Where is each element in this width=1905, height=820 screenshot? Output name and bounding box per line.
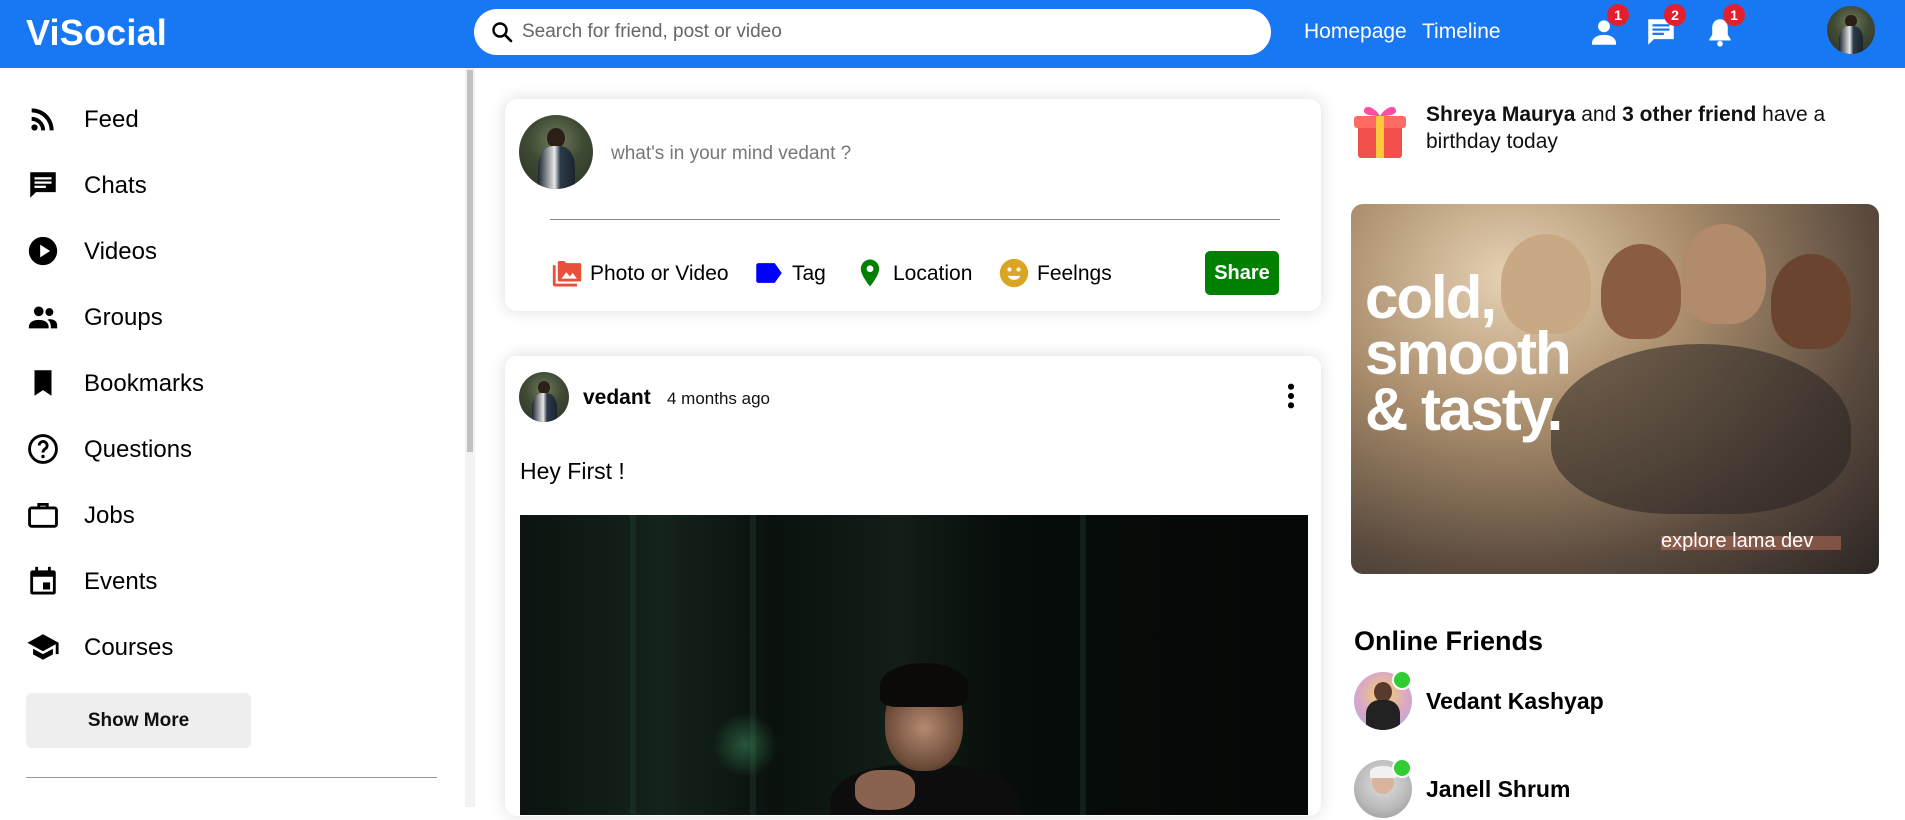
birthday-name[interactable]: Shreya Maurya <box>1426 103 1575 126</box>
school-icon <box>27 634 59 660</box>
share-option-label: Photo or Video <box>590 262 729 285</box>
sidebar-item-bookmarks[interactable]: Bookmarks <box>26 362 426 402</box>
sidebar-item-label: Groups <box>84 304 163 331</box>
post-text: Hey First ! <box>520 458 625 484</box>
sidebar-item-label: Courses <box>84 634 174 661</box>
sidebar-item-feed[interactable]: Feed <box>26 98 426 138</box>
post-image-detail <box>880 663 968 707</box>
online-friends-title: Online Friends <box>1354 626 1544 656</box>
post-image-detail <box>1080 515 1086 815</box>
online-indicator <box>1392 758 1412 778</box>
online-indicator <box>1392 670 1412 690</box>
sidebar-item-events[interactable]: Events <box>26 560 426 600</box>
sidebar-item-questions[interactable]: Questions <box>26 428 426 468</box>
notifications-button[interactable]: 1 <box>1703 4 1745 49</box>
share-option-tag[interactable]: Tag <box>752 256 832 290</box>
event-icon <box>30 566 56 595</box>
top-bar: ViSocial Homepage Timeline 1 2 1 <box>0 0 1905 68</box>
more-vert-icon[interactable] <box>1275 380 1307 412</box>
share-divider <box>550 219 1280 220</box>
birthday-connector: and <box>1575 103 1623 126</box>
messages-button[interactable]: 2 <box>1644 4 1686 49</box>
ad-image-detail <box>1601 244 1681 339</box>
friend-name: Janell Shrum <box>1426 776 1571 802</box>
share-option-location[interactable]: Location <box>853 256 973 290</box>
ad-footer: explore lama dev <box>1661 530 1814 552</box>
birthday-notice: Shreya Maurya and 3 other friend have a … <box>1426 101 1866 155</box>
share-option-photo[interactable]: Photo or Video <box>550 256 730 290</box>
post-date: 4 months ago <box>667 389 771 408</box>
post-username[interactable]: vedant <box>583 386 651 410</box>
ad-headline-line: smooth <box>1365 320 1572 387</box>
online-friend-item[interactable]: Vedant Kashyap <box>1354 670 1854 732</box>
emoji-emotions-icon <box>999 258 1029 288</box>
gift-icon <box>1354 106 1406 158</box>
search-input[interactable] <box>522 17 1242 47</box>
search-bar[interactable] <box>474 9 1271 55</box>
share-avatar[interactable] <box>519 115 593 189</box>
perm-media-icon <box>552 260 582 287</box>
ad-headline-line: & tasty. <box>1365 376 1563 443</box>
sidebar-scrollbar-thumb[interactable] <box>467 70 473 452</box>
sidebar-item-label: Videos <box>84 238 157 265</box>
share-option-label: Location <box>893 262 973 285</box>
post-image[interactable] <box>520 515 1308 815</box>
sidebar-item-groups[interactable]: Groups <box>26 296 426 336</box>
post-image-detail <box>630 515 636 815</box>
sidebar-item-chats[interactable]: Chats <box>26 164 426 204</box>
sidebar-item-label: Questions <box>84 436 193 463</box>
play-circle-icon <box>28 236 58 266</box>
sidebar-item-label: Feed <box>84 106 139 133</box>
sidebar-item-label: Jobs <box>84 502 135 529</box>
post-avatar[interactable] <box>519 372 569 422</box>
timeline-link[interactable]: Timeline <box>1422 20 1501 44</box>
sidebar-divider <box>26 777 437 778</box>
show-more-button[interactable]: Show More <box>26 693 251 748</box>
friend-requests-button[interactable]: 1 <box>1587 4 1629 49</box>
ad-headline-line: cold, <box>1365 264 1497 331</box>
left-sidebar: Feed Chats Videos Groups Bookmarks Quest… <box>0 68 472 807</box>
ad-image-detail <box>1771 254 1851 349</box>
label-icon <box>756 263 782 283</box>
share-card: Photo or Video Tag Location Feelngs Shar… <box>505 99 1321 311</box>
messages-badge: 2 <box>1664 4 1686 26</box>
help-outline-icon <box>28 434 58 464</box>
share-option-label: Tag <box>792 262 826 285</box>
sidebar-item-jobs[interactable]: Jobs <box>26 494 426 534</box>
share-button[interactable]: Share <box>1205 251 1279 295</box>
share-option-feelings[interactable]: Feelngs <box>997 256 1117 290</box>
homepage-link[interactable]: Homepage <box>1304 20 1407 44</box>
sidebar-item-label: Events <box>84 568 158 595</box>
profile-avatar[interactable] <box>1827 6 1875 54</box>
friend-name: Vedant Kashyap <box>1426 688 1604 714</box>
room-icon <box>860 259 880 287</box>
share-option-label: Feelngs <box>1037 262 1112 285</box>
sidebar-item-courses[interactable]: Courses <box>26 626 426 666</box>
ad-image-detail <box>1551 344 1851 514</box>
ad-banner[interactable]: cold, smooth & tasty. explore lama dev <box>1351 204 1879 574</box>
group-icon <box>28 306 58 329</box>
post-image-detail <box>710 715 780 775</box>
sidebar-item-label: Chats <box>84 172 147 199</box>
post-card: vedant 4 months ago Hey First ! <box>505 356 1321 816</box>
app-logo[interactable]: ViSocial <box>26 12 167 54</box>
share-input[interactable] <box>611 139 1271 169</box>
rss-feed-icon <box>31 108 54 131</box>
sidebar-item-label: Bookmarks <box>84 370 205 397</box>
post-image-detail <box>855 770 915 810</box>
work-outline-icon <box>28 502 58 528</box>
search-icon <box>492 22 513 43</box>
friend-requests-badge: 1 <box>1607 4 1629 26</box>
ad-headline: cold, smooth & tasty. <box>1365 264 1572 443</box>
chat-icon <box>30 172 56 198</box>
birthday-others[interactable]: 3 other friend <box>1622 103 1756 126</box>
sidebar-item-videos[interactable]: Videos <box>26 230 426 270</box>
notifications-badge: 1 <box>1723 4 1745 26</box>
bookmark-icon <box>34 370 52 396</box>
ad-image-detail <box>1681 224 1766 324</box>
online-friend-item[interactable]: Janell Shrum <box>1354 758 1854 820</box>
